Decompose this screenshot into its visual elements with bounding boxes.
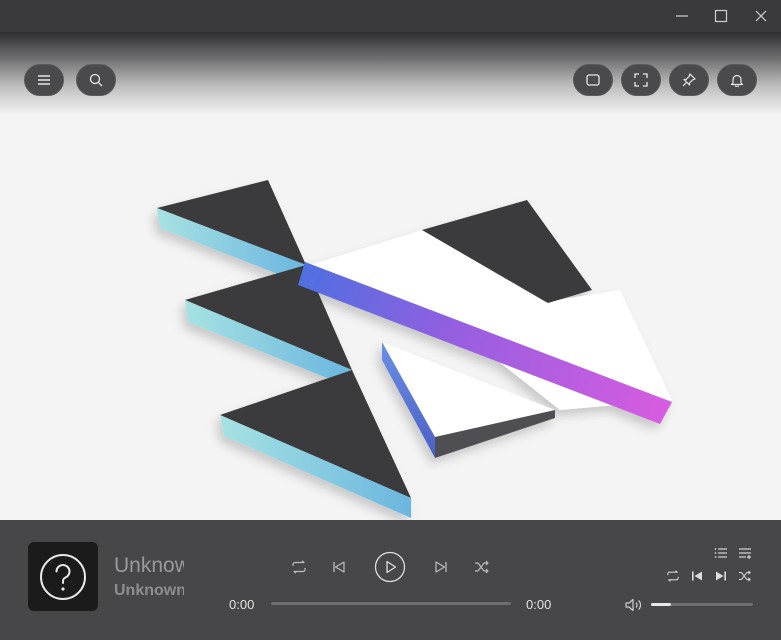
duration-time: 0:00 — [526, 597, 552, 612]
title-bar — [0, 0, 781, 32]
notification-icon — [730, 74, 744, 87]
play-icon — [374, 551, 406, 583]
mini-mode-button[interactable] — [573, 64, 613, 96]
app-logo — [157, 180, 672, 518]
artwork-area — [0, 114, 781, 520]
repeat-icon — [667, 570, 679, 582]
question-mark-icon — [40, 553, 86, 600]
close-icon — [755, 10, 767, 22]
toolbar-background — [0, 32, 781, 114]
maximize-icon — [714, 9, 728, 23]
maximize-button[interactable] — [701, 0, 741, 32]
queue-icon — [739, 548, 751, 559]
queue-button[interactable] — [736, 545, 754, 561]
shuffle-button[interactable] — [471, 556, 493, 578]
previous-icon — [692, 571, 702, 581]
menu-button[interactable] — [24, 64, 64, 96]
mini-mode-icon — [586, 74, 600, 86]
close-button[interactable] — [741, 0, 781, 32]
next-icon — [435, 561, 447, 573]
shuffle-icon — [475, 560, 489, 574]
pin-button[interactable] — [669, 64, 709, 96]
search-button[interactable] — [76, 64, 116, 96]
album-cover[interactable] — [28, 542, 98, 611]
fullscreen-button[interactable] — [621, 64, 661, 96]
minimize-button[interactable] — [662, 0, 702, 32]
notification-button[interactable] — [717, 64, 757, 96]
playlist-button[interactable] — [712, 545, 730, 561]
mini-previous-button[interactable] — [688, 568, 706, 584]
repeat-button[interactable] — [288, 556, 310, 578]
volume-button[interactable] — [624, 596, 644, 614]
volume-fill — [651, 603, 672, 606]
previous-button[interactable] — [328, 556, 350, 578]
player-bar: Unknown Unknown 0:00 0:00 — [0, 520, 781, 640]
next-button[interactable] — [430, 556, 452, 578]
volume-slider[interactable] — [651, 603, 753, 606]
playlist-icon — [714, 548, 727, 558]
repeat-icon — [292, 560, 306, 574]
search-icon — [89, 73, 103, 87]
elapsed-time: 0:00 — [229, 597, 255, 612]
track-artist[interactable]: Unknown — [114, 582, 184, 600]
volume-icon — [625, 598, 642, 612]
menu-icon — [38, 75, 50, 85]
play-button[interactable] — [374, 551, 406, 583]
next-icon — [716, 571, 726, 581]
shuffle-icon — [739, 570, 751, 582]
track-title[interactable]: Unknown — [114, 554, 184, 578]
minimize-icon — [676, 15, 688, 17]
progress-bar[interactable] — [271, 602, 511, 605]
mini-repeat-button[interactable] — [664, 568, 682, 584]
mini-shuffle-button[interactable] — [736, 568, 754, 584]
mini-next-button[interactable] — [712, 568, 730, 584]
previous-icon — [333, 561, 345, 573]
fullscreen-icon — [634, 73, 648, 87]
pin-icon — [682, 73, 696, 87]
